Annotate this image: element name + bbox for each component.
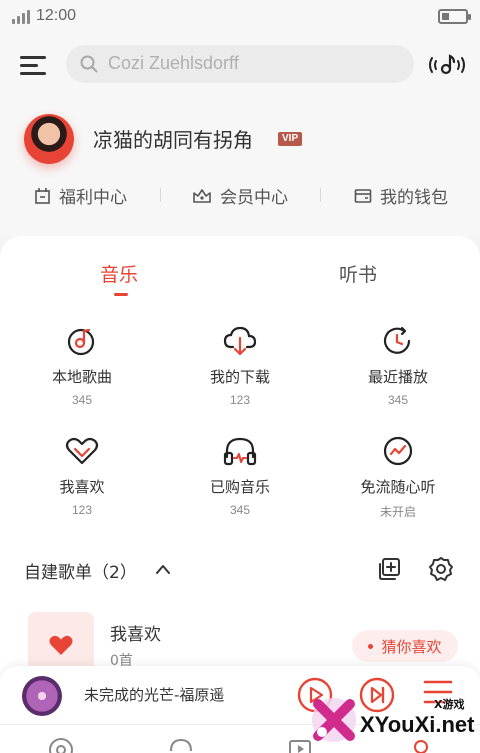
grid-item-local-music[interactable]: 本地歌曲 345: [2, 322, 162, 407]
battery-level: [442, 13, 449, 20]
menu-icon[interactable]: [20, 54, 46, 76]
song-title[interactable]: 未完成的光芒-福原遥: [84, 684, 224, 705]
playlist-name[interactable]: 我喜欢: [110, 620, 161, 645]
recognize-music-icon[interactable]: [426, 52, 468, 78]
active-tab-indicator: [114, 293, 128, 296]
quick-link-label: 会员中心: [220, 187, 288, 208]
quick-link-welfare[interactable]: 福利中心: [34, 182, 127, 208]
grid-item-recent[interactable]: 最近播放 345: [318, 322, 478, 407]
quick-link-label: 我的钱包: [380, 187, 448, 208]
watermark-text: XYouXi.net: [360, 712, 475, 737]
signal-icon: [12, 10, 32, 24]
trend-icon: [383, 436, 413, 466]
heart-icon: [65, 437, 99, 465]
avatar[interactable]: [24, 114, 74, 164]
grid-item-count: 123: [71, 503, 93, 517]
search-icon: [80, 55, 98, 73]
cloud-download-icon: [223, 326, 257, 356]
header: Cozi Zuehlsdorff: [0, 34, 480, 96]
divider: [320, 188, 321, 202]
grid-item-label: 已购音乐: [209, 478, 270, 496]
chevron-up-icon[interactable]: [154, 562, 172, 576]
grid-item-purchased[interactable]: 已购音乐 345: [160, 432, 320, 517]
quick-link-label: 福利中心: [59, 187, 127, 208]
grid-item-status: 未开启: [379, 505, 416, 519]
heart-icon: [49, 635, 73, 655]
watermark: X游戏 XYouXi.net: [300, 680, 480, 753]
wallet-icon: [354, 188, 372, 203]
grid-item-label: 免流随心听: [360, 478, 436, 496]
song-cover[interactable]: [22, 676, 62, 716]
watermark-logo-icon: [312, 698, 356, 742]
vip-badge[interactable]: VIP: [278, 132, 303, 146]
recent-play-icon: [383, 326, 411, 354]
add-playlist-icon[interactable]: [376, 556, 402, 582]
grid-item-count: 123: [229, 393, 251, 407]
status-bar: 12:00: [0, 0, 480, 34]
nav-discover-icon[interactable]: [48, 737, 74, 753]
watermark-small-text: X游戏: [434, 698, 465, 711]
gift-box-icon: [35, 187, 50, 204]
search-input[interactable]: Cozi Zuehlsdorff: [66, 45, 414, 83]
gear-icon[interactable]: [428, 556, 454, 582]
tab-music[interactable]: 音乐: [100, 260, 138, 287]
grid-item-free-stream[interactable]: 免流随心听 未开启: [318, 432, 478, 520]
battery-icon: [438, 9, 471, 24]
grid-item-favorites[interactable]: 我喜欢 123: [2, 432, 162, 517]
local-music-icon: [67, 328, 95, 356]
search-placeholder: Cozi Zuehlsdorff: [108, 53, 239, 73]
quick-link-vip[interactable]: 会员中心: [192, 182, 288, 208]
grid-item-label: 本地歌曲: [51, 368, 112, 386]
username[interactable]: 凉猫的胡同有拐角: [93, 124, 253, 153]
grid-item-count: 345: [71, 393, 93, 407]
playlist-section-title[interactable]: 自建歌单（2）: [24, 558, 137, 583]
guess-button-label: 猜你喜欢: [381, 637, 442, 656]
headphones-icon: [223, 437, 257, 466]
grid-item-label: 最近播放: [367, 368, 428, 386]
guess-you-like-button[interactable]: 猜你喜欢: [352, 630, 458, 662]
status-time: 12:00: [36, 7, 77, 24]
dot-icon: [368, 643, 374, 649]
divider: [160, 188, 161, 202]
quick-link-wallet[interactable]: 我的钱包: [354, 182, 448, 208]
profile-section: 凉猫的胡同有拐角 VIP 福利中心 会员中心 我的钱包: [0, 96, 480, 236]
grid-item-label: 我喜欢: [59, 478, 105, 496]
crown-icon: [193, 188, 211, 203]
tab-audiobook[interactable]: 听书: [339, 260, 377, 287]
grid-item-count: 345: [229, 503, 251, 517]
grid-item-count: 345: [387, 393, 409, 407]
grid-item-downloads[interactable]: 我的下载 123: [160, 322, 320, 407]
nav-chat-icon[interactable]: [168, 737, 194, 753]
grid-item-label: 我的下载: [209, 368, 270, 386]
